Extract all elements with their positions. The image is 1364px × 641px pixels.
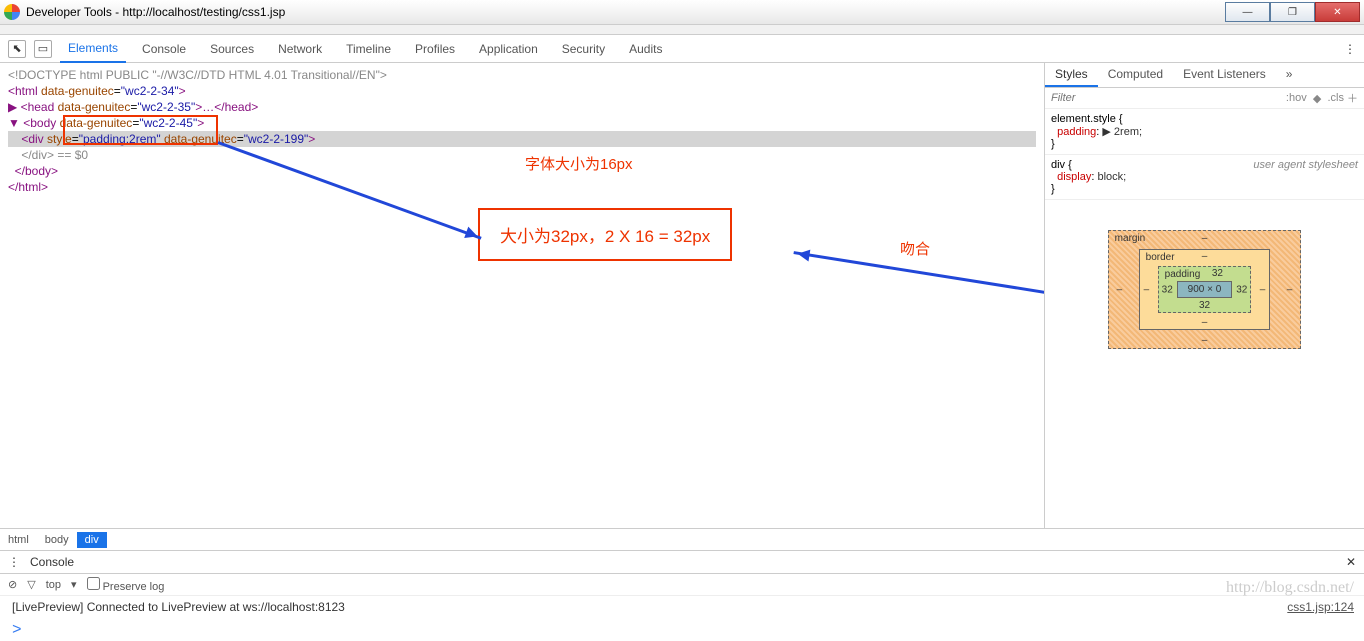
context-selector[interactable]: top — [46, 579, 61, 591]
tab-timeline[interactable]: Timeline — [338, 36, 399, 62]
console-output: css1.jsp:124 [LivePreview] Connected to … — [0, 596, 1364, 619]
dom-div-close[interactable]: </div> == $0 — [8, 147, 1036, 163]
new-rule-button[interactable]: ＋ — [1347, 90, 1358, 106]
dom-tree[interactable]: <!DOCTYPE html PUBLIC "-//W3C//DTD HTML … — [0, 63, 1044, 528]
close-button[interactable]: ✕ — [1315, 2, 1360, 22]
pin-icon[interactable]: ◆ — [1313, 92, 1321, 105]
crumb-html[interactable]: html — [0, 532, 37, 548]
annotation-match: 吻合 — [900, 238, 930, 259]
tab-console[interactable]: Console — [134, 36, 194, 62]
dom-doctype[interactable]: <!DOCTYPE html PUBLIC "-//W3C//DTD HTML … — [8, 67, 1036, 83]
inspect-icon[interactable]: ⬉ — [8, 40, 26, 58]
chrome-icon — [4, 4, 20, 20]
cls-toggle[interactable]: .cls — [1327, 92, 1344, 104]
window-titlebar: Developer Tools - http://localhost/testi… — [0, 0, 1364, 25]
console-title: Console — [30, 555, 74, 569]
tab-network[interactable]: Network — [270, 36, 330, 62]
tab-computed[interactable]: Computed — [1098, 63, 1173, 87]
filter-icon[interactable]: ▽ — [27, 578, 35, 591]
tab-more[interactable]: » — [1276, 63, 1303, 87]
watermark: http://blog.csdn.net/ — [1226, 579, 1354, 597]
tab-security[interactable]: Security — [554, 36, 613, 62]
box-model[interactable]: margin – – – – border – – – – padding 32 — [1108, 230, 1302, 349]
annotation-font: 字体大小为16px — [525, 153, 633, 174]
box-model-content: 900 × 0 — [1177, 281, 1233, 298]
devtools-toolbar: ⬉ ▭ Elements Console Sources Network Tim… — [0, 35, 1364, 63]
context-dropdown-icon[interactable]: ▾ — [71, 578, 77, 591]
tab-application[interactable]: Application — [471, 36, 546, 62]
drawer-close-icon[interactable]: ✕ — [1346, 555, 1356, 569]
dom-body-close[interactable]: </body> — [8, 163, 1036, 179]
dom-html[interactable]: <html data-genuitec="wc2-2-34"> — [8, 83, 1036, 99]
drawer-more-icon[interactable]: ⋮ — [8, 555, 20, 569]
dom-head[interactable]: ▶ <head data-genuitec="wc2-2-35">…</head… — [8, 99, 1036, 115]
tab-audits[interactable]: Audits — [621, 36, 670, 62]
styles-panel: Styles Computed Event Listeners » :hov ◆… — [1044, 63, 1364, 528]
console-source-link[interactable]: css1.jsp:124 — [1287, 600, 1354, 614]
crumb-body[interactable]: body — [37, 532, 77, 548]
console-drawer-header: ⋮ Console ✕ — [0, 550, 1364, 574]
tab-styles[interactable]: Styles — [1045, 63, 1098, 87]
tab-profiles[interactable]: Profiles — [407, 36, 463, 62]
dom-html-close[interactable]: </html> — [8, 179, 1036, 195]
maximize-button[interactable]: ❐ — [1270, 2, 1315, 22]
browser-tabstrip — [0, 25, 1364, 35]
style-rule-element[interactable]: element.style { padding: ▶ 2rem; } — [1045, 109, 1364, 155]
annotation-calc: 大小为32px，2 X 16 = 32px — [478, 208, 732, 261]
more-icon[interactable]: ⋮ — [1344, 42, 1356, 56]
window-title: Developer Tools - http://localhost/testi… — [26, 5, 285, 19]
crumb-div[interactable]: div — [77, 532, 107, 548]
console-prompt[interactable]: > — [0, 619, 1364, 641]
tab-event-listeners[interactable]: Event Listeners — [1173, 63, 1276, 87]
style-rule-div[interactable]: user agent stylesheet div { display: blo… — [1045, 155, 1364, 200]
console-message: [LivePreview] Connected to LivePreview a… — [12, 600, 345, 614]
hov-toggle[interactable]: :hov — [1286, 92, 1307, 104]
breadcrumb: html body div — [0, 528, 1364, 550]
console-filter-bar: ⊘ ▽ top ▾ Preserve log — [0, 574, 1364, 596]
clear-console-icon[interactable]: ⊘ — [8, 578, 17, 591]
preserve-log-checkbox[interactable]: Preserve log — [87, 577, 165, 593]
device-icon[interactable]: ▭ — [34, 40, 52, 58]
minimize-button[interactable]: — — [1225, 2, 1270, 22]
annotation-box-style — [63, 115, 218, 145]
styles-filter-input[interactable] — [1051, 92, 1286, 104]
tab-elements[interactable]: Elements — [60, 35, 126, 63]
tab-sources[interactable]: Sources — [202, 36, 262, 62]
